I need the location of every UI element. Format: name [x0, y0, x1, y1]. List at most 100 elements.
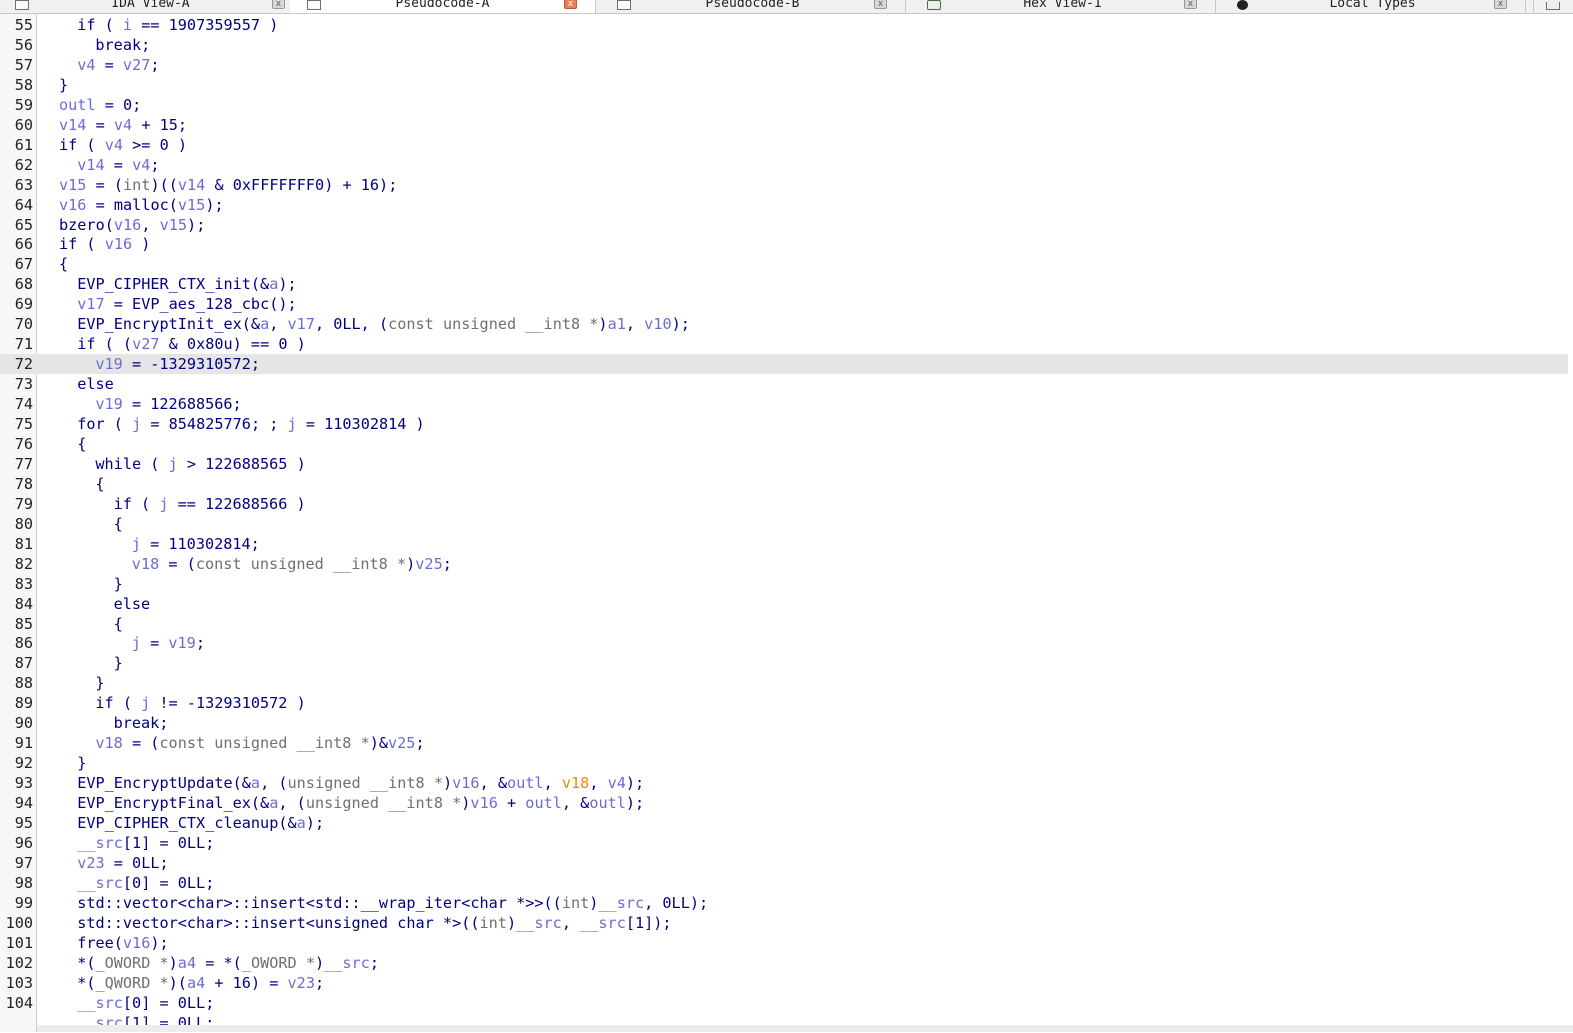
code-line[interactable]: 70 EVP_EncryptInit_ex(&a, v17, 0LL, (cons… [0, 314, 1568, 334]
variable-token[interactable]: v17 [77, 295, 104, 313]
variable-token[interactable]: v19 [168, 634, 195, 652]
code-line[interactable]: 87} [0, 653, 1568, 673]
code-line[interactable]: 76 { [0, 434, 1568, 454]
code-line[interactable]: 59 outl = 0; [0, 95, 1568, 115]
code-line[interactable]: 100 std::vector<char>::insert<unsigned ch… [0, 913, 1568, 933]
variable-token[interactable]: a [251, 774, 260, 792]
variable-token[interactable]: j [141, 694, 150, 712]
window-menu-button[interactable] [1533, 0, 1573, 13]
variable-token[interactable]: a1 [608, 315, 626, 333]
variable-token[interactable]: v25 [388, 734, 415, 752]
code-line[interactable]: 71 if ( (v27 & 0x80u) == 0 ) [0, 334, 1568, 354]
code-line[interactable]: 102 *(_OWORD *)a4 = *(_OWORD *)__src; [0, 953, 1568, 973]
code-line[interactable]: 57 v4 = v27; [0, 55, 1568, 75]
variable-token[interactable]: v23 [77, 854, 104, 872]
variable-token[interactable]: __src [580, 914, 626, 932]
close-tab-icon[interactable]: x [874, 0, 887, 9]
code-line[interactable]: 73 else [0, 374, 1568, 394]
code-line[interactable]: 64 v16 = malloc(v15); [0, 195, 1568, 215]
code-line[interactable]: 85 { [0, 614, 1568, 634]
code-line[interactable]: 55 if ( i == 1907359557 ) [0, 15, 1568, 35]
variable-token[interactable]: j [288, 415, 297, 433]
variable-token[interactable]: outl [507, 774, 544, 792]
type-token[interactable]: _OWORD * [242, 954, 315, 972]
variable-token[interactable]: v15 [59, 176, 86, 194]
code-line[interactable]: 56 break; [0, 35, 1568, 55]
variable-token[interactable]: v4 [77, 56, 95, 74]
type-token[interactable]: unsigned __int8 * [288, 774, 443, 792]
variable-token[interactable]: a4 [178, 954, 196, 972]
variable-token[interactable]: v14 [77, 156, 104, 174]
code-line[interactable]: 63 v15 = (int)((v14 & 0xFFFFFFF0) + 16); [0, 175, 1568, 195]
variable-token[interactable]: v4 [114, 116, 132, 134]
code-line[interactable]: 66 if ( v16 ) [0, 234, 1568, 254]
highlighted-variable-token[interactable]: v18 [562, 774, 589, 792]
code-line[interactable]: 83} [0, 574, 1568, 594]
close-tab-icon[interactable]: x [564, 0, 577, 9]
code-line[interactable]: 89 if ( j != -1329310572 ) [0, 693, 1568, 713]
variable-token[interactable]: j [169, 455, 178, 473]
type-token[interactable]: unsigned __int8 * [306, 794, 461, 812]
code-line[interactable]: 78 { [0, 474, 1568, 494]
code-line[interactable]: 67 { [0, 254, 1568, 274]
type-token[interactable]: const unsigned __int8 * [196, 555, 406, 573]
code-line[interactable]: 61 if ( v4 >= 0 ) [0, 135, 1568, 155]
code-line[interactable]: 94 EVP_EncryptFinal_ex(&a, (unsigned __in… [0, 793, 1568, 813]
code-line[interactable]: 91 v18 = (const unsigned __int8 *)&v25; [0, 733, 1568, 753]
variable-token[interactable]: i [123, 16, 132, 34]
variable-token[interactable]: j [132, 535, 141, 553]
variable-token[interactable]: v15 [160, 216, 187, 234]
variable-token[interactable]: outl [525, 794, 562, 812]
code-line[interactable]: 77 while ( j > 122688565 ) [0, 454, 1568, 474]
code-line[interactable]: 72 v19 = -1329310572; [0, 354, 1568, 375]
code-line[interactable]: 81 j = 110302814; [0, 534, 1568, 554]
variable-token[interactable]: v10 [644, 315, 671, 333]
variable-token[interactable]: __src [77, 874, 123, 892]
variable-token[interactable]: __src [516, 914, 562, 932]
close-tab-icon[interactable]: x [272, 0, 285, 9]
code-line[interactable]: 75 for ( j = 854825776; ; j = 110302814 ) [0, 414, 1568, 434]
variable-token[interactable]: v16 [105, 235, 132, 253]
variable-token[interactable]: __src [77, 994, 123, 1012]
variable-token[interactable]: v17 [288, 315, 315, 333]
variable-token[interactable]: v16 [114, 216, 141, 234]
code-line[interactable]: 96 __src[1] = 0LL; [0, 833, 1568, 853]
code-line[interactable]: 58} [0, 75, 1568, 95]
variable-token[interactable]: a [297, 814, 306, 832]
variable-token[interactable]: j [132, 415, 141, 433]
code-line[interactable]: 95 EVP_CIPHER_CTX_cleanup(&a); [0, 813, 1568, 833]
variable-token[interactable]: v15 [178, 196, 205, 214]
code-line[interactable]: 103 *(_QWORD *)(a4 + 16) = v23; [0, 973, 1568, 993]
variable-token[interactable]: v23 [288, 974, 315, 992]
type-token[interactable]: _QWORD * [95, 974, 168, 992]
code-line[interactable]: 62 v14 = v4; [0, 155, 1568, 175]
code-line[interactable]: 80 { [0, 514, 1568, 534]
variable-token[interactable]: v16 [123, 934, 150, 952]
variable-token[interactable]: a [260, 315, 269, 333]
close-tab-icon[interactable]: x [1184, 0, 1197, 9]
variable-token[interactable]: v18 [95, 734, 122, 752]
code-line[interactable]: 88} [0, 673, 1568, 693]
code-line[interactable]: 90 break; [0, 713, 1568, 733]
code-line[interactable]: 93 EVP_EncryptUpdate(&a, (unsigned __int8… [0, 773, 1568, 793]
code-line[interactable]: 101 free(v16); [0, 933, 1568, 953]
variable-token[interactable]: v4 [105, 136, 123, 154]
variable-token[interactable]: v14 [178, 176, 205, 194]
code-line[interactable]: 97 v23 = 0LL; [0, 853, 1568, 873]
variable-token[interactable]: a4 [187, 974, 205, 992]
code-line[interactable]: 99 std::vector<char>::insert<std::__wrap_… [0, 893, 1568, 913]
variable-token[interactable]: v4 [608, 774, 626, 792]
variable-token[interactable]: v27 [132, 335, 159, 353]
variable-token[interactable]: a [269, 794, 278, 812]
variable-token[interactable]: a [269, 275, 278, 293]
code-line[interactable]: 79 if ( j == 122688566 ) [0, 494, 1568, 514]
code-line[interactable]: 74 v19 = 122688566; [0, 394, 1568, 414]
code-line[interactable]: 68 EVP_CIPHER_CTX_init(&a); [0, 274, 1568, 294]
variable-token[interactable]: j [132, 634, 141, 652]
variable-token[interactable]: v19 [95, 355, 122, 373]
code-line[interactable]: 82 v18 = (const unsigned __int8 *)v25; [0, 554, 1568, 574]
type-token[interactable]: int [562, 894, 589, 912]
variable-token[interactable]: outl [589, 794, 626, 812]
code-line[interactable]: 86 j = v19; [0, 633, 1568, 653]
variable-token[interactable]: v25 [415, 555, 442, 573]
